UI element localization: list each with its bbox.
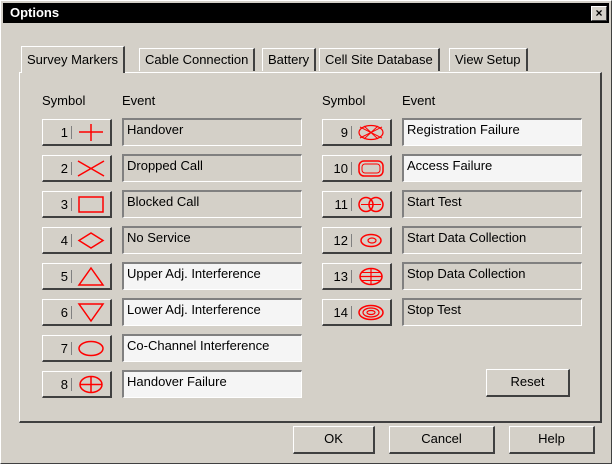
diamond-icon [77, 232, 105, 249]
separator [71, 270, 72, 283]
separator [71, 306, 72, 319]
tab-battery[interactable]: Battery [262, 48, 317, 71]
symbol-number: 4 [60, 233, 68, 248]
separator [71, 378, 72, 391]
triangle-up-icon [77, 266, 105, 286]
symbol-button-11[interactable]: 11 [322, 191, 392, 218]
title-bar: Options × [3, 3, 609, 23]
symbol-button-4[interactable]: 4 [42, 227, 112, 254]
event-field-1[interactable]: Handover [122, 118, 302, 146]
symbol-number: 2 [60, 161, 68, 176]
event-field-14[interactable]: Stop Test [402, 298, 582, 326]
separator [351, 234, 352, 247]
event-field-8[interactable]: Handover Failure [122, 370, 302, 398]
symbol-button-7[interactable]: 7 [42, 335, 112, 362]
event-field-6[interactable]: Lower Adj. Interference [122, 298, 302, 326]
reset-button[interactable]: Reset [486, 369, 570, 397]
symbol-number: 5 [60, 269, 68, 284]
ok-button[interactable]: OK [293, 426, 375, 454]
crossed-loops-icon [358, 196, 384, 213]
circle-cross-icon [79, 375, 103, 394]
tab-survey-markers[interactable]: Survey Markers [21, 46, 126, 73]
symbol-button-10[interactable]: 10 [322, 155, 392, 182]
symbol-number: 9 [340, 125, 348, 140]
survey-markers-panel: Symbol Event Symbol Event 1 Handover 2 Drop… [19, 72, 602, 423]
event-field-10[interactable]: Access Failure [402, 154, 582, 182]
symbol-number: 1 [60, 125, 68, 140]
tab-cable-connection[interactable]: Cable Connection [139, 48, 256, 71]
hatched-bowtie-icon [358, 124, 384, 141]
gridded-circle-icon [359, 267, 383, 286]
separator [71, 342, 72, 355]
separator [71, 162, 72, 175]
separator [351, 198, 352, 211]
separator [71, 234, 72, 247]
symbol-button-3[interactable]: 3 [42, 191, 112, 218]
ellipse-icon [78, 340, 104, 357]
separator [351, 162, 352, 175]
separator [71, 198, 72, 211]
symbol-button-9[interactable]: 9 [322, 119, 392, 146]
symbol-button-8[interactable]: 8 [42, 371, 112, 398]
rectangle-icon [78, 196, 104, 213]
symbol-number: 6 [60, 305, 68, 320]
symbol-header-left: Symbol [42, 93, 86, 108]
plus-icon [79, 124, 103, 141]
close-button[interactable]: × [591, 6, 607, 21]
event-field-7[interactable]: Co-Channel Interference [122, 334, 302, 362]
event-field-12[interactable]: Start Data Collection [402, 226, 582, 254]
x-cross-icon [77, 160, 105, 177]
symbol-number: 12 [333, 233, 348, 248]
symbol-button-12[interactable]: 12 [322, 227, 392, 254]
symbol-number: 3 [60, 197, 68, 212]
event-field-5[interactable]: Upper Adj. Interference [122, 262, 302, 290]
spiral-icon [360, 233, 382, 248]
tab-view-setup[interactable]: View Setup [449, 48, 528, 71]
symbol-header-right: Symbol [322, 93, 366, 108]
symbol-button-1[interactable]: 1 [42, 119, 112, 146]
event-field-3[interactable]: Blocked Call [122, 190, 302, 218]
symbol-number: 7 [60, 341, 68, 356]
event-header-right: Event [402, 93, 436, 108]
event-field-2[interactable]: Dropped Call [122, 154, 302, 182]
event-field-4[interactable]: No Service [122, 226, 302, 254]
symbol-number: 8 [60, 377, 68, 392]
symbol-number: 10 [333, 161, 348, 176]
options-dialog: Options × Survey Markers Cable Connectio… [0, 0, 612, 464]
symbol-number: 13 [333, 269, 348, 284]
event-field-9[interactable]: Registration Failure [402, 118, 582, 146]
symbol-button-14[interactable]: 14 [322, 299, 392, 326]
separator [351, 126, 352, 139]
symbol-button-2[interactable]: 2 [42, 155, 112, 182]
symbol-button-13[interactable]: 13 [322, 263, 392, 290]
help-button[interactable]: Help [509, 426, 595, 454]
symbol-number: 14 [333, 305, 348, 320]
symbol-number: 11 [334, 197, 349, 212]
separator [351, 306, 352, 319]
symbol-button-5[interactable]: 5 [42, 263, 112, 290]
event-field-11[interactable]: Start Test [402, 190, 582, 218]
separator [351, 270, 352, 283]
event-field-13[interactable]: Stop Data Collection [402, 262, 582, 290]
tab-cell-site-database[interactable]: Cell Site Database [319, 48, 440, 71]
window-title: Options [10, 5, 60, 20]
event-header-left: Event [122, 93, 156, 108]
cancel-button[interactable]: Cancel [389, 426, 495, 454]
triangle-down-icon [77, 303, 105, 323]
symbol-button-6[interactable]: 6 [42, 299, 112, 326]
concentric-ellipse-icon [358, 304, 384, 321]
separator [71, 126, 72, 139]
rounded-box-icon [358, 160, 384, 177]
